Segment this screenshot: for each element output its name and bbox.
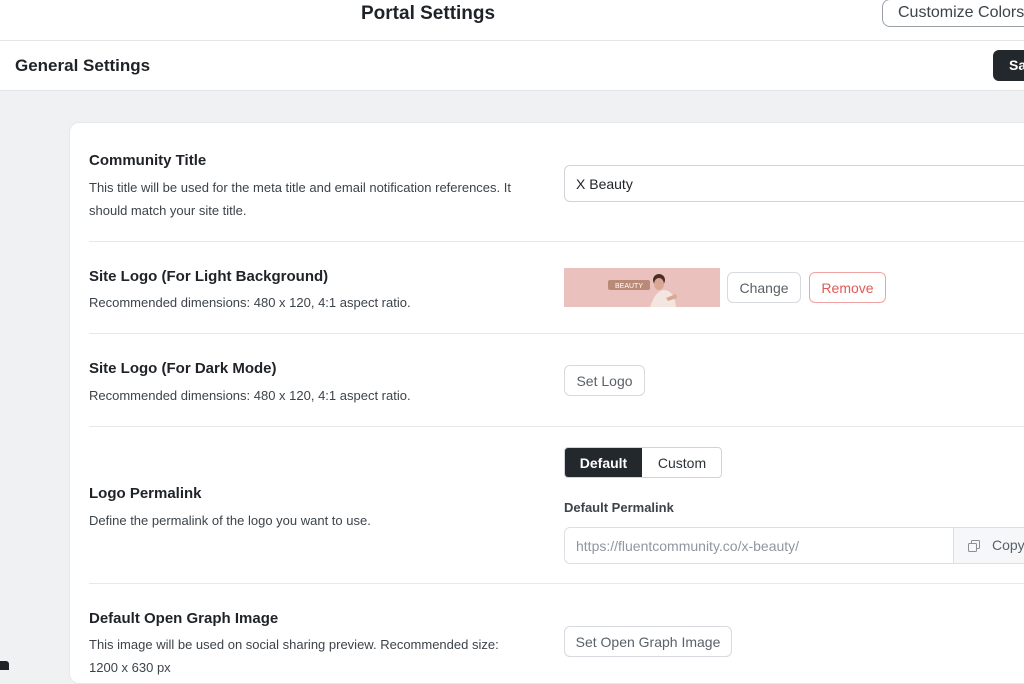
site-logo-light-description: Recommended dimensions: 480 x 120, 4:1 a… — [89, 295, 411, 310]
permalink-default-option[interactable]: Default — [565, 448, 642, 477]
site-logo-dark-description: Recommended dimensions: 480 x 120, 4:1 a… — [89, 388, 411, 403]
description-line: 1200 x 630 px — [89, 660, 171, 675]
permalink-placeholder: https://fluentcommunity.co/x-beauty/ — [576, 538, 800, 554]
page-title: Portal Settings — [361, 3, 496, 24]
row-divider — [89, 333, 1024, 334]
logo-thumb-text: BEAUTY — [615, 283, 643, 290]
community-title-description: This title will be used for the meta tit… — [89, 176, 511, 222]
row-divider — [89, 241, 1024, 242]
section-header: General Settings Sa — [0, 41, 1024, 91]
top-header: Portal Settings Customize Colors — [0, 0, 1024, 41]
default-permalink-field[interactable]: https://fluentcommunity.co/x-beauty/ Cop… — [564, 527, 1024, 564]
community-title-label: Community Title — [89, 152, 207, 169]
set-og-image-button[interactable]: Set Open Graph Image — [564, 626, 732, 657]
set-logo-button[interactable]: Set Logo — [564, 365, 645, 396]
site-logo-dark-label: Site Logo (For Dark Mode) — [89, 360, 277, 377]
change-logo-button[interactable]: Change — [727, 272, 801, 303]
default-permalink-label: Default Permalink — [564, 500, 674, 515]
site-logo-light-label: Site Logo (For Light Background) — [89, 268, 329, 285]
customize-colors-button[interactable]: Customize Colors — [882, 0, 1024, 27]
copy-permalink-button[interactable]: Copy — [953, 528, 1024, 563]
copy-icon — [968, 540, 980, 552]
description-line: should match your site title. — [89, 203, 247, 218]
permalink-custom-option[interactable]: Custom — [642, 448, 721, 477]
remove-logo-button[interactable]: Remove — [809, 272, 886, 303]
community-title-input[interactable]: X Beauty — [564, 165, 1024, 202]
description-line: This title will be used for the meta tit… — [89, 180, 511, 195]
copy-label: Copy — [992, 537, 1024, 553]
permalink-type-toggle: Default Custom — [564, 447, 722, 478]
row-divider — [89, 583, 1024, 584]
save-button[interactable]: Sa — [993, 50, 1024, 81]
logo-permalink-description: Define the permalink of the logo you wan… — [89, 513, 371, 528]
description-line: This image will be used on social sharin… — [89, 637, 499, 652]
og-image-description: This image will be used on social sharin… — [89, 633, 499, 679]
row-divider — [89, 426, 1024, 427]
og-image-label: Default Open Graph Image — [89, 610, 279, 627]
corner-widget — [0, 661, 9, 670]
site-logo-preview: BEAUTY — [564, 268, 720, 307]
logo-image: BEAUTY — [564, 268, 720, 307]
section-title: General Settings — [15, 56, 151, 75]
logo-permalink-label: Logo Permalink — [89, 485, 202, 502]
